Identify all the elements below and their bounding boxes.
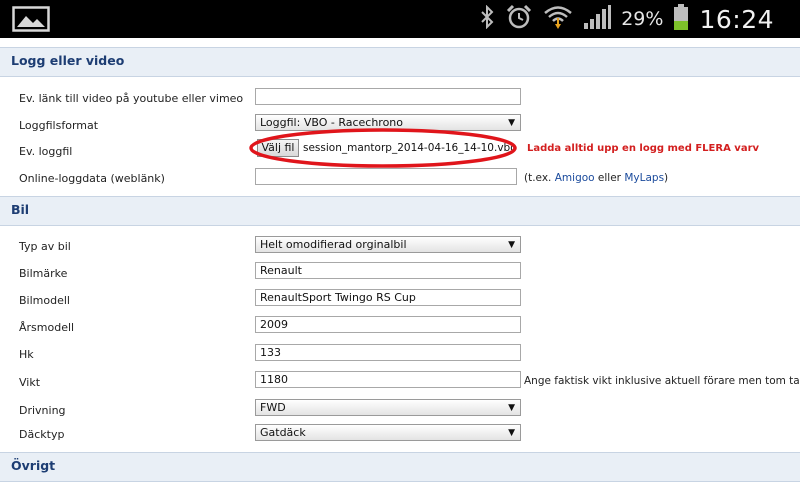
log-format-label: Loggfilsformat: [19, 119, 99, 132]
battery-percent: 29%: [621, 8, 664, 30]
section-title: Logg eller video: [11, 53, 125, 68]
clock: 16:24: [699, 4, 774, 34]
section-title: Bil: [11, 202, 30, 217]
hint-suffix: ): [664, 172, 669, 184]
bluetooth-icon: [479, 4, 495, 33]
car-type-select[interactable]: Helt omodifierad orginalbil ▼: [255, 236, 521, 253]
status-bar: 29% 16:24: [0, 0, 800, 38]
weight-input[interactable]: 1180: [255, 371, 521, 388]
hp-input[interactable]: 133: [255, 344, 521, 361]
section-title: Övrigt: [11, 458, 56, 473]
form-content: Logg eller video Ev. länk till video på …: [0, 38, 800, 482]
section-header-ovrigt: Övrigt: [0, 452, 800, 482]
video-link-input[interactable]: [255, 88, 521, 105]
drive-value: FWD: [260, 401, 286, 414]
battery-icon: [673, 3, 689, 35]
mylaps-link[interactable]: MyLaps: [624, 172, 664, 184]
hint-mid: eller: [597, 172, 621, 184]
section-header-bil: Bil: [0, 196, 800, 226]
drive-select[interactable]: FWD ▼: [255, 399, 521, 416]
tires-select[interactable]: Gatdäck ▼: [255, 424, 521, 441]
video-link-label: Ev. länk till video på youtube eller vim…: [19, 92, 244, 105]
year-label: Årsmodell: [19, 321, 75, 334]
online-data-input[interactable]: [255, 168, 517, 185]
hint-prefix: (t.ex.: [524, 172, 552, 184]
model-label: Bilmodell: [19, 294, 70, 307]
log-file-label: Ev. loggfil: [19, 145, 73, 158]
year-input[interactable]: 2009: [255, 316, 521, 333]
alarm-icon: [505, 4, 533, 34]
brand-label: Bilmärke: [19, 267, 68, 280]
car-type-value: Helt omodifierad orginalbil: [260, 238, 407, 251]
dropdown-arrow-icon: ▼: [508, 403, 515, 413]
drive-label: Drivning: [19, 404, 66, 417]
dropdown-arrow-icon: ▼: [508, 428, 515, 438]
model-input[interactable]: RenaultSport Twingo RS Cup: [255, 289, 521, 306]
hp-label: Hk: [19, 348, 34, 361]
annotation-ellipse: [249, 128, 517, 168]
signal-icon: [583, 4, 612, 34]
wifi-icon: [543, 4, 573, 34]
brand-input[interactable]: Renault: [255, 262, 521, 279]
section-header-logg: Logg eller video: [0, 47, 800, 77]
tires-value: Gatdäck: [260, 426, 306, 439]
online-data-label: Online-loggdata (weblänk): [19, 172, 165, 185]
weight-hint: Ange faktisk vikt inklusive aktuell föra…: [524, 375, 800, 387]
dropdown-arrow-icon: ▼: [508, 240, 515, 250]
gallery-icon: [12, 6, 50, 32]
car-type-label: Typ av bil: [19, 240, 71, 253]
amigoo-link[interactable]: Amigoo: [555, 172, 595, 184]
online-data-hint: (t.ex. Amigoo eller MyLaps): [524, 172, 668, 184]
weight-label: Vikt: [19, 376, 41, 389]
log-warning-text: Ladda alltid upp en logg med FLERA varv: [527, 143, 760, 154]
tires-label: Däcktyp: [19, 428, 65, 441]
